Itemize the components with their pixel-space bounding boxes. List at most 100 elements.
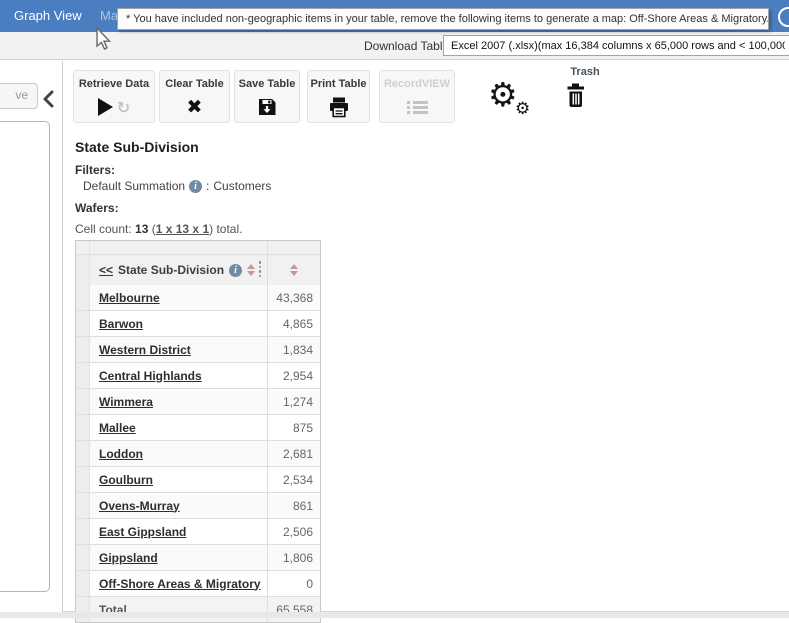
- list-icon: [407, 99, 428, 116]
- row-value: 1,806: [267, 545, 320, 570]
- sort-arrows-icon[interactable]: [247, 264, 255, 276]
- save-table-label: Save Table: [235, 78, 299, 90]
- row-gutter-cell: [76, 545, 90, 570]
- row-value: 2,954: [267, 363, 320, 388]
- total-label: Total: [90, 597, 267, 622]
- sidebar-field-panel: [0, 121, 50, 592]
- table-body: Melbourne 43,368 Barwon 4,865 Western Di…: [76, 285, 320, 596]
- collapse-sidebar-chevron-icon[interactable]: [41, 90, 55, 108]
- row-label-link[interactable]: Melbourne: [99, 291, 160, 305]
- cell-count-prefix: Cell count:: [75, 222, 135, 236]
- row-label-link[interactable]: Off-Shore Areas & Migratory: [99, 577, 261, 591]
- cell-count-open-paren: (: [148, 222, 155, 236]
- row-value: 1,274: [267, 389, 320, 414]
- header-value-cell: [267, 255, 320, 285]
- row-gutter-cell: [76, 519, 90, 544]
- filter-name: Default Summation: [83, 179, 185, 193]
- row-value: 1,834: [267, 337, 320, 362]
- info-icon[interactable]: i: [189, 180, 202, 193]
- play-icon: [98, 98, 113, 116]
- row-label-link[interactable]: Gippsland: [99, 551, 158, 565]
- table-row: Goulburn 2,534: [76, 466, 320, 492]
- trash-icon[interactable]: [564, 82, 588, 110]
- filters-heading: Filters:: [75, 163, 115, 177]
- cell-count: Cell count: 13 (1 x 13 x 1) total.: [75, 222, 242, 236]
- collapse-column-link[interactable]: <<: [99, 263, 113, 277]
- page-bottom-strip: [0, 612, 789, 618]
- help-icon[interactable]: [778, 7, 789, 27]
- row-label-link[interactable]: Loddon: [99, 447, 143, 461]
- print-table-label: Print Table: [308, 78, 369, 90]
- row-label-link[interactable]: Goulburn: [99, 473, 153, 487]
- row-label-link[interactable]: Wimmera: [99, 395, 153, 409]
- row-gutter-cell: [76, 415, 90, 440]
- clear-table-button[interactable]: Clear Table ✖: [159, 70, 230, 123]
- row-gutter-cell: [76, 311, 90, 336]
- spacer-label-cell: [90, 241, 267, 254]
- retrieve-data-button[interactable]: Retrieve Data ↻: [73, 70, 155, 123]
- page-title: State Sub-Division: [75, 139, 199, 155]
- row-value: 2,681: [267, 441, 320, 466]
- row-value: 43,368: [267, 285, 320, 310]
- cell-count-value: 13: [135, 222, 148, 236]
- gear-icon: ⚙: [488, 75, 518, 114]
- retrieve-data-label: Retrieve Data: [74, 78, 154, 90]
- map-warning-tooltip: * You have included non-geographic items…: [117, 8, 769, 30]
- row-gutter-cell: [76, 389, 90, 414]
- spacer-value-cell: [267, 241, 320, 254]
- filter-value: Customers: [213, 179, 271, 193]
- recordview-button-disabled: RecordVIEW: [379, 70, 455, 123]
- filter-item: Default Summation i : Customers: [83, 179, 271, 193]
- settings-button[interactable]: ⚙ ⚙: [488, 79, 536, 119]
- row-value: 2,506: [267, 519, 320, 544]
- filter-separator: :: [206, 179, 209, 193]
- table-total-row: Total 65,558: [76, 596, 320, 622]
- download-format-select[interactable]: Excel 2007 (.xlsx)(max 16,384 columns x …: [443, 35, 789, 56]
- row-value: 2,534: [267, 467, 320, 492]
- row-label-link[interactable]: East Gippsland: [99, 525, 186, 539]
- row-label-link[interactable]: Ovens-Murray: [99, 499, 180, 513]
- sidebar-partial-button[interactable]: ve: [0, 83, 38, 109]
- main-panel: Retrieve Data ↻ Clear Table ✖ Save Table…: [62, 61, 789, 612]
- row-value: 4,865: [267, 311, 320, 336]
- row-gutter-cell: [76, 493, 90, 518]
- save-icon: [256, 96, 278, 118]
- row-value: 0: [267, 571, 320, 596]
- tab-graph-view[interactable]: Graph View: [0, 0, 96, 32]
- row-value: 861: [267, 493, 320, 518]
- wafers-heading: Wafers:: [75, 201, 119, 215]
- row-label-link[interactable]: Barwon: [99, 317, 143, 331]
- row-gutter-cell: [76, 337, 90, 362]
- column-info-icon[interactable]: i: [229, 264, 242, 277]
- download-bar: Download Table: Excel 2007 (.xlsx)(max 1…: [0, 32, 789, 60]
- data-table: << State Sub-Division i Melbourne 43,368…: [75, 240, 321, 623]
- table-row: Loddon 2,681: [76, 440, 320, 466]
- table-row: Off-Shore Areas & Migratory 0: [76, 570, 320, 596]
- table-spacer-row: [76, 241, 320, 254]
- refresh-icon: ↻: [117, 98, 130, 117]
- mouse-cursor: [95, 27, 113, 53]
- clear-table-label: Clear Table: [160, 78, 229, 90]
- row-label-link[interactable]: Mallee: [99, 421, 136, 435]
- value-sort-arrows-icon[interactable]: [290, 264, 298, 276]
- trash-label: Trash: [553, 66, 617, 78]
- row-gutter-cell: [76, 285, 90, 310]
- save-table-button[interactable]: Save Table: [234, 70, 300, 123]
- recordview-label: RecordVIEW: [380, 78, 454, 90]
- spacer-gutter-cell: [76, 241, 90, 254]
- row-label-link[interactable]: Western District: [99, 343, 191, 357]
- clear-x-icon: ✖: [187, 97, 203, 117]
- gear-small-icon: ⚙: [515, 99, 530, 119]
- cell-count-link[interactable]: 1 x 13 x 1: [156, 222, 209, 236]
- table-row: Melbourne 43,368: [76, 285, 320, 310]
- left-sidebar: ve: [0, 61, 62, 612]
- row-label-link[interactable]: Central Highlands: [99, 369, 202, 383]
- print-table-button[interactable]: Print Table: [307, 70, 370, 123]
- row-gutter-cell: [76, 441, 90, 466]
- row-gutter-cell: [76, 571, 90, 596]
- download-table-label: Download Table:: [364, 39, 453, 53]
- total-gutter-cell: [76, 597, 90, 622]
- table-row: East Gippsland 2,506: [76, 518, 320, 544]
- header-gutter-cell: [76, 255, 90, 285]
- drag-grip-icon[interactable]: [259, 261, 262, 277]
